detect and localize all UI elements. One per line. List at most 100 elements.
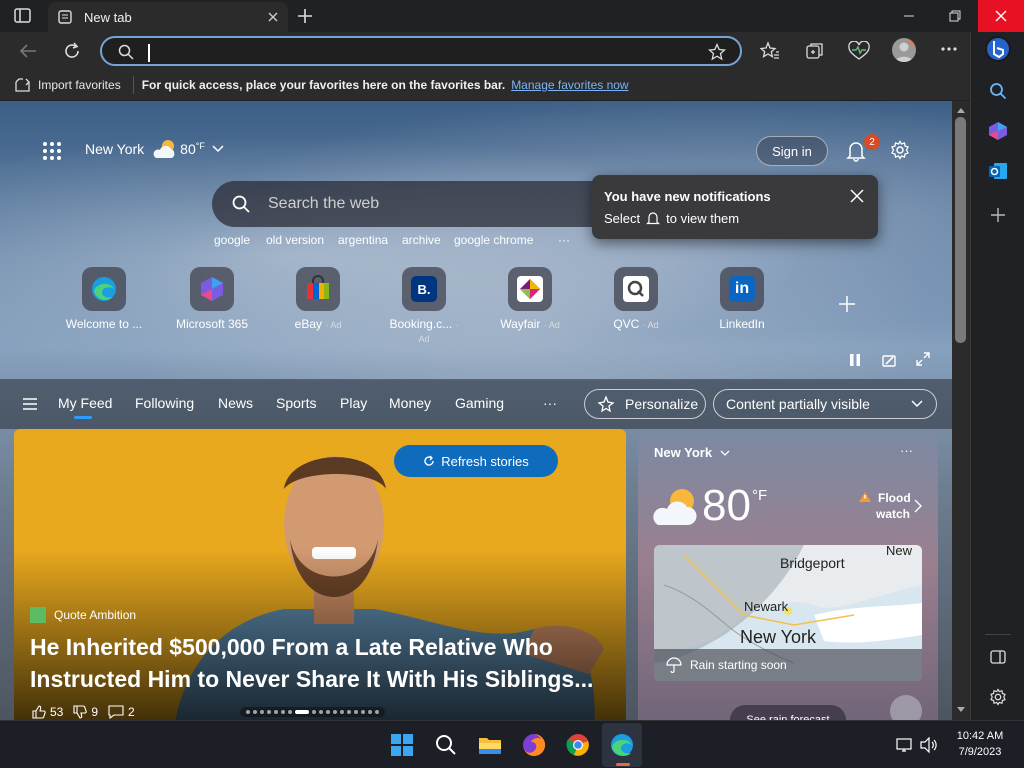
back-button[interactable] — [18, 42, 38, 60]
taskbar-search-icon[interactable] — [432, 731, 460, 759]
weather-widget-header[interactable]: New York 80 °F — [85, 139, 225, 159]
quick-link-linkedin[interactable]: in LinkedIn — [702, 267, 782, 331]
suggestion-item[interactable]: old version — [266, 233, 324, 247]
feed-menu-hamburger-icon[interactable] — [22, 397, 38, 411]
sidebar-add-icon[interactable] — [985, 202, 1011, 228]
edge-taskbar-icon[interactable] — [608, 731, 636, 759]
suggestion-item[interactable]: google — [214, 233, 250, 247]
weather-feedback-icon[interactable] — [890, 695, 922, 720]
firefox-icon[interactable] — [520, 731, 548, 759]
feed-tab-gaming[interactable]: Gaming — [455, 395, 504, 411]
content-visibility-dropdown[interactable]: Content partially visible — [713, 389, 937, 419]
chevron-down-icon[interactable] — [211, 144, 225, 154]
carousel-dot[interactable] — [361, 710, 365, 714]
weather-location[interactable]: New York — [654, 445, 712, 460]
tab-actions-icon[interactable] — [14, 8, 32, 24]
carousel-dot[interactable] — [368, 710, 372, 714]
sidebar-outlook-icon[interactable] — [985, 158, 1011, 184]
hide-sidebar-icon[interactable] — [985, 644, 1011, 670]
refresh-button[interactable] — [62, 41, 82, 61]
change-background-icon[interactable] — [882, 353, 896, 367]
file-explorer-icon[interactable] — [476, 731, 504, 759]
import-favorites-icon[interactable] — [14, 77, 32, 93]
carousel-dot[interactable] — [288, 710, 292, 714]
feed-tabs-more[interactable]: ··· — [543, 395, 557, 411]
suggestion-item[interactable]: google chrome — [454, 233, 533, 247]
new-tab-button[interactable] — [296, 7, 314, 25]
carousel-dot[interactable] — [260, 710, 264, 714]
carousel-dot[interactable] — [333, 710, 337, 714]
feed-tab-news[interactable]: News — [218, 395, 253, 411]
clock-time[interactable]: 10:42 AM — [954, 730, 1006, 742]
weather-card[interactable]: New York ··· 80 °F Flood watch Bridgepor… — [638, 429, 938, 720]
refresh-stories-button[interactable]: Refresh stories — [394, 445, 558, 477]
carousel-dot[interactable] — [326, 710, 330, 714]
windows-start-icon[interactable] — [388, 731, 416, 759]
carousel-dot[interactable] — [340, 710, 344, 714]
clock-date[interactable]: 7/9/2023 — [954, 746, 1006, 758]
carousel-dot[interactable] — [319, 710, 323, 714]
carousel-dot[interactable] — [253, 710, 257, 714]
address-bar[interactable] — [100, 36, 742, 66]
carousel-indicator[interactable] — [240, 707, 385, 717]
feed-tab-following[interactable]: Following — [135, 395, 194, 411]
settings-more-icon[interactable] — [940, 46, 958, 52]
add-quick-link-icon[interactable] — [838, 295, 856, 313]
scroll-up-arrow-icon[interactable] — [957, 107, 965, 113]
sidebar-search-icon[interactable] — [985, 78, 1011, 104]
quick-link-booking[interactable]: B. Booking.c... · Ad — [384, 267, 464, 345]
carousel-dot[interactable] — [267, 710, 271, 714]
collections-icon[interactable] — [805, 41, 825, 61]
scrollbar-thumb[interactable] — [955, 117, 966, 343]
carousel-dot[interactable] — [354, 710, 358, 714]
flood-alert-line2[interactable]: watch — [876, 507, 910, 521]
feed-tab-sports[interactable]: Sports — [276, 395, 316, 411]
feed-tab-my-feed[interactable]: My Feed — [58, 395, 112, 411]
carousel-dot[interactable] — [295, 710, 309, 714]
scroll-down-arrow-icon[interactable] — [957, 707, 965, 713]
quick-link-wayfair[interactable]: Wayfair · Ad — [490, 267, 570, 331]
expand-icon[interactable] — [916, 352, 930, 366]
story-headline[interactable]: He Inherited $500,000 From a Late Relati… — [30, 631, 610, 695]
feed-tab-play[interactable]: Play — [340, 395, 367, 411]
feed-tab-money[interactable]: Money — [389, 395, 431, 411]
suggestion-item[interactable]: argentina — [338, 233, 388, 247]
quick-link-edge[interactable]: Welcome to ... — [64, 267, 144, 331]
carousel-dot[interactable] — [375, 710, 379, 714]
flood-alert-line1[interactable]: Flood — [878, 491, 911, 505]
suggestion-item[interactable]: archive — [402, 233, 441, 247]
like-icon[interactable] — [32, 705, 46, 719]
chevron-down-icon[interactable] — [720, 449, 730, 457]
browser-essentials-icon[interactable] — [848, 41, 870, 61]
close-window-button[interactable] — [978, 0, 1024, 32]
restore-button[interactable] — [948, 9, 962, 23]
sign-in-button[interactable]: Sign in — [756, 136, 828, 166]
weather-radar-map[interactable]: Bridgeport New Newark New York Rain star… — [654, 545, 922, 681]
hero-story-card[interactable]: Refresh stories Quote Ambition He Inheri… — [14, 429, 626, 720]
favorite-star-icon[interactable] — [708, 43, 726, 61]
quick-link-qvc[interactable]: QVC · Ad — [596, 267, 676, 331]
carousel-dot[interactable] — [347, 710, 351, 714]
chevron-right-icon[interactable] — [914, 499, 922, 513]
network-icon[interactable] — [896, 737, 914, 753]
notifications-bell-icon[interactable] — [846, 140, 866, 162]
chrome-icon[interactable] — [564, 731, 592, 759]
tab-new-tab[interactable]: New tab — [48, 2, 288, 32]
app-launcher-icon[interactable] — [42, 141, 62, 161]
pause-background-icon[interactable] — [848, 353, 862, 367]
quick-link-microsoft-365[interactable]: Microsoft 365 — [172, 267, 252, 331]
see-rain-forecast-button[interactable]: See rain forecast — [730, 705, 846, 720]
popup-close-icon[interactable] — [850, 189, 864, 203]
import-favorites-link[interactable]: Import favorites — [38, 78, 121, 92]
carousel-dot[interactable] — [274, 710, 278, 714]
quick-link-ebay[interactable]: eBay · Ad — [278, 267, 358, 331]
sidebar-microsoft-365-icon[interactable] — [985, 118, 1011, 144]
bing-copilot-icon[interactable] — [985, 36, 1011, 62]
page-settings-gear-icon[interactable] — [890, 140, 910, 160]
weather-more-options[interactable]: ··· — [900, 443, 913, 458]
personalize-button[interactable]: Personalize — [584, 389, 706, 419]
dislike-icon[interactable] — [73, 705, 88, 719]
page-scrollbar[interactable] — [952, 101, 970, 720]
suggestions-more[interactable]: ··· — [558, 233, 570, 247]
carousel-dot[interactable] — [312, 710, 316, 714]
